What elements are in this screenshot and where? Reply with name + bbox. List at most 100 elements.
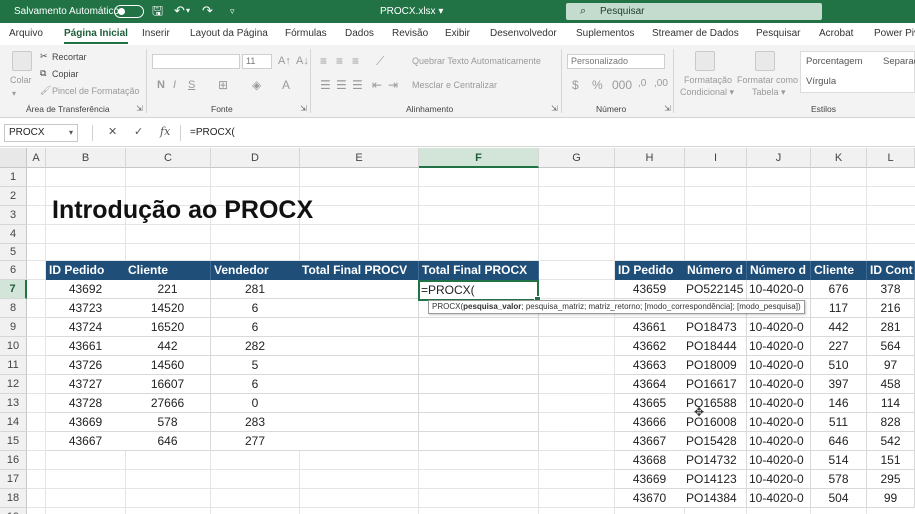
style-virgula[interactable]: Vírgula (806, 76, 836, 87)
left-table-cell[interactable]: 43726 (46, 356, 126, 375)
right-table-cell[interactable]: 117 (811, 299, 867, 318)
column-header-k[interactable]: K (811, 148, 867, 168)
right-table-cell[interactable]: 43670 (615, 489, 685, 508)
right-table-cell[interactable]: PO14384 (684, 489, 747, 508)
column-header-h[interactable]: H (615, 148, 685, 168)
right-table-cell[interactable]: 510 (811, 356, 867, 375)
align-top-icon[interactable]: ≡ (320, 54, 327, 68)
right-table-header-id-pedido[interactable]: ID Pedido (615, 261, 685, 280)
left-table-cell[interactable]: 6 (211, 299, 300, 318)
format-as-table-line1[interactable]: Formatar como (737, 75, 798, 85)
left-table-header-total-procv[interactable]: Total Final PROCV (299, 261, 419, 280)
row-header-5[interactable]: 5 (0, 244, 27, 261)
column-header-e[interactable]: E (300, 148, 419, 168)
comma-style-icon[interactable]: 000 (612, 78, 632, 92)
tab-layout-da-pagina[interactable]: Layout da Página (190, 23, 268, 45)
left-table-cell[interactable] (299, 375, 419, 394)
grow-font-icon[interactable]: A↑ (278, 55, 291, 67)
paste-button[interactable]: Colar (10, 75, 32, 85)
left-table-cell[interactable]: 283 (211, 413, 300, 432)
name-box-dropdown-icon[interactable]: ▾ (69, 125, 73, 141)
currency-icon[interactable]: $ (572, 78, 579, 92)
right-table-cell[interactable]: 10-4020-0 (747, 318, 811, 337)
insert-function-icon[interactable]: fx (160, 125, 170, 138)
right-table-cell[interactable]: PO15428 (684, 432, 747, 451)
autosave-toggle[interactable] (114, 5, 144, 18)
right-table-cell[interactable]: 10-4020-0 (747, 470, 811, 489)
bold-icon[interactable]: N (157, 79, 165, 91)
cut-button[interactable]: Recortar (52, 52, 87, 62)
redo-icon[interactable]: ↷ (202, 3, 213, 19)
row-header-13[interactable]: 13 (0, 394, 27, 413)
enter-icon[interactable]: ✓ (134, 125, 143, 138)
tab-formulas[interactable]: Fórmulas (285, 23, 327, 45)
document-title[interactable]: PROCX.xlsx ▾ (380, 0, 443, 23)
left-table-cell[interactable] (419, 337, 539, 356)
left-table-cell[interactable]: 43727 (46, 375, 126, 394)
right-table-cell[interactable]: 227 (811, 337, 867, 356)
decrease-decimal-icon[interactable]: ,00 (654, 78, 668, 89)
row-header-19[interactable]: 19 (0, 508, 27, 514)
column-header-b[interactable]: B (46, 148, 126, 168)
increase-decimal-icon[interactable]: ,0 (638, 78, 646, 89)
column-header-l[interactable]: L (867, 148, 915, 168)
font-name-box[interactable] (152, 54, 240, 69)
right-table-cell[interactable]: 43664 (615, 375, 685, 394)
row-header-6[interactable]: 6 (0, 261, 27, 280)
right-table-cell[interactable]: 578 (811, 470, 867, 489)
right-table-cell[interactable]: 281 (867, 318, 915, 337)
right-table-header-numero-2[interactable]: Número d (747, 261, 811, 280)
right-table-cell[interactable]: 10-4020-0 (747, 489, 811, 508)
left-table-cell[interactable] (419, 394, 539, 413)
row-header-14[interactable]: 14 (0, 413, 27, 432)
row-header-8[interactable]: 8 (0, 299, 27, 318)
column-header-a[interactable]: A (27, 148, 46, 168)
right-table-cell[interactable]: 504 (811, 489, 867, 508)
left-table-cell[interactable]: 221 (125, 280, 211, 299)
number-launcher-icon[interactable]: ⇲ (664, 104, 671, 113)
tab-streamer-de-dados[interactable]: Streamer de Dados (652, 23, 739, 45)
row-header-11[interactable]: 11 (0, 356, 27, 375)
tab-suplementos[interactable]: Suplementos (576, 23, 634, 45)
tab-dados[interactable]: Dados (345, 23, 374, 45)
left-table-cell[interactable]: 578 (125, 413, 211, 432)
number-format-select[interactable]: Personalizado (567, 54, 665, 69)
right-table-cell[interactable]: 514 (811, 451, 867, 470)
right-table-cell[interactable]: 99 (867, 489, 915, 508)
left-table-cell[interactable]: 277 (211, 432, 300, 451)
right-table-cell[interactable]: PO522145 (684, 280, 747, 299)
right-table-cell[interactable]: 10-4020-0 (747, 394, 811, 413)
right-table-cell[interactable]: 442 (811, 318, 867, 337)
right-table-cell[interactable]: 216 (867, 299, 915, 318)
right-table-cell[interactable]: 10-4020-0 (747, 451, 811, 470)
left-table-cell[interactable]: 43728 (46, 394, 126, 413)
right-table-cell[interactable]: 10-4020-0 (747, 413, 811, 432)
left-table-cell[interactable] (299, 280, 419, 299)
style-separador[interactable]: Separad (883, 56, 915, 67)
tab-acrobat[interactable]: Acrobat (819, 23, 853, 45)
style-porcentagem[interactable]: Porcentagem (806, 56, 863, 67)
tab-inserir[interactable]: Inserir (142, 23, 170, 45)
format-painter-button[interactable]: Pincel de Formatação (52, 86, 140, 96)
left-table-header-id-pedido[interactable]: ID Pedido (46, 261, 126, 280)
tooltip-arg-pesquisa-valor[interactable]: pesquisa_valor (463, 302, 521, 311)
right-table-cell[interactable]: 10-4020-0 (747, 280, 811, 299)
left-table-cell[interactable]: 43723 (46, 299, 126, 318)
select-all-corner[interactable] (0, 148, 27, 168)
row-header-3[interactable]: 3 (0, 206, 27, 225)
right-table-cell[interactable]: 10-4020-0 (747, 356, 811, 375)
row-header-2[interactable]: 2 (0, 187, 27, 206)
left-table-cell[interactable] (419, 356, 539, 375)
left-table-header-total-procx[interactable]: Total Final PROCX (419, 261, 539, 280)
right-table-cell[interactable]: 397 (811, 375, 867, 394)
clipboard-launcher-icon[interactable]: ⇲ (136, 104, 143, 113)
left-table-cell[interactable]: 16607 (125, 375, 211, 394)
right-table-header-numero-1[interactable]: Número d (684, 261, 747, 280)
column-header-g[interactable]: G (539, 148, 615, 168)
active-cell-f7[interactable]: =PROCX( (418, 280, 541, 303)
conditional-formatting-line1[interactable]: Formatação (684, 75, 732, 85)
left-table-cell[interactable] (299, 413, 419, 432)
conditional-formatting-line2[interactable]: Condicional ▾ (680, 87, 734, 98)
wrap-text-button[interactable]: Quebrar Texto Automaticamente (412, 56, 541, 66)
tab-arquivo[interactable]: Arquivo (9, 23, 43, 45)
